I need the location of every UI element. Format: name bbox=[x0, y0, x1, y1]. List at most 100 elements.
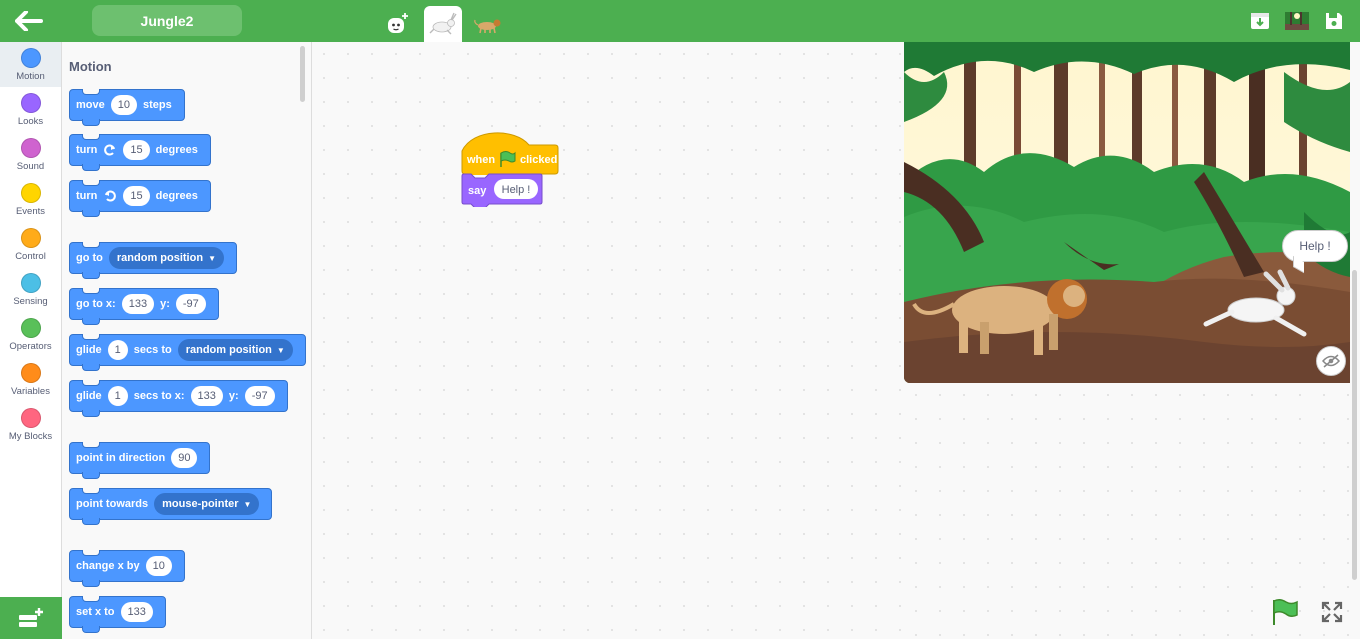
say-block[interactable]: say Help ! bbox=[461, 173, 543, 207]
glide-target-dropdown[interactable]: random position ▼ bbox=[177, 339, 293, 361]
category-label: Control bbox=[15, 250, 46, 262]
hat-when-text: when bbox=[466, 154, 495, 166]
category-control[interactable]: Control bbox=[0, 222, 61, 267]
block-text: glide bbox=[76, 344, 102, 356]
rabbit-sprite-icon bbox=[429, 12, 457, 35]
secs-input[interactable]: 1 bbox=[107, 340, 128, 360]
block-text: move bbox=[76, 99, 105, 111]
x-value-input[interactable]: 133 bbox=[120, 602, 153, 622]
category-label: Looks bbox=[17, 115, 44, 127]
script-workspace[interactable]: when clicked say Help ! bbox=[312, 42, 904, 639]
glide-xy-block[interactable]: glide 1 secs to x: 133 y: -97 bbox=[69, 380, 288, 417]
point-towards-dropdown[interactable]: mouse-pointer ▼ bbox=[154, 493, 260, 515]
go-to-target-dropdown[interactable]: random position ▼ bbox=[108, 247, 224, 269]
block-text: y: bbox=[228, 390, 239, 402]
back-button[interactable] bbox=[12, 8, 46, 34]
say-text-value: Help ! bbox=[502, 184, 531, 196]
my-blocks-category-icon bbox=[20, 407, 41, 428]
backdrop-thumbnail-icon bbox=[1285, 12, 1309, 30]
sensing-category-icon bbox=[20, 272, 41, 293]
category-motion[interactable]: Motion bbox=[0, 42, 61, 87]
x-input[interactable]: 133 bbox=[190, 386, 223, 406]
block-text: y: bbox=[160, 298, 170, 310]
block-text: secs to x: bbox=[133, 390, 185, 402]
x-change-input[interactable]: 10 bbox=[145, 556, 172, 576]
rotate-right-icon bbox=[104, 144, 116, 156]
y-input[interactable]: -97 bbox=[175, 294, 206, 314]
sprite-tab-rabbit[interactable] bbox=[424, 6, 462, 42]
go-to-block[interactable]: go to random position ▼ bbox=[69, 242, 237, 279]
lion-sprite-icon bbox=[474, 19, 501, 34]
category-label: Sensing bbox=[13, 295, 48, 307]
add-extension-button[interactable] bbox=[0, 597, 62, 639]
dropdown-value: mouse-pointer bbox=[162, 498, 239, 510]
green-flag-button[interactable] bbox=[1270, 598, 1300, 626]
point-in-direction-block[interactable]: point in direction 90 bbox=[69, 442, 211, 479]
block-text: turn bbox=[76, 144, 98, 156]
workspace-scrollbar[interactable] bbox=[1352, 270, 1357, 580]
hat-clicked-text: clicked bbox=[520, 154, 557, 166]
add-sprite-icon bbox=[388, 13, 408, 33]
direction-input[interactable]: 90 bbox=[171, 448, 198, 468]
project-name-field[interactable]: Jungle2 bbox=[92, 5, 242, 36]
turn-right-block[interactable]: turn 15 degrees bbox=[69, 134, 211, 171]
category-label: Motion bbox=[16, 70, 45, 82]
change-x-block[interactable]: change x by 10 bbox=[69, 550, 185, 587]
category-label: Sound bbox=[16, 160, 45, 172]
when-flag-clicked-block[interactable]: when clicked bbox=[461, 131, 559, 175]
glide-random-block[interactable]: glide 1 secs to random position ▼ bbox=[69, 334, 306, 371]
block-text: go to x: bbox=[76, 298, 116, 310]
category-operators[interactable]: Operators bbox=[0, 312, 61, 357]
degrees-input[interactable]: 15 bbox=[123, 140, 150, 160]
events-category-icon bbox=[20, 182, 41, 203]
category-my-blocks[interactable]: My Blocks bbox=[0, 402, 61, 447]
point-towards-block[interactable]: point towards mouse-pointer ▼ bbox=[69, 488, 273, 525]
caret-down-icon: ▼ bbox=[276, 345, 285, 355]
sprite-tabs bbox=[378, 4, 516, 42]
turn-left-block[interactable]: turn 15 degrees bbox=[69, 180, 211, 217]
category-sensing[interactable]: Sensing bbox=[0, 267, 61, 312]
motion-category-icon bbox=[20, 47, 41, 68]
block-text: point in direction bbox=[76, 452, 166, 464]
stage[interactable]: Help ! bbox=[904, 42, 1350, 383]
category-sound[interactable]: Sound bbox=[0, 132, 61, 177]
say-label: say bbox=[468, 185, 487, 197]
category-events[interactable]: Events bbox=[0, 177, 61, 222]
add-extension-icon bbox=[19, 608, 43, 627]
block-text: degrees bbox=[155, 144, 198, 156]
y-input[interactable]: -97 bbox=[244, 386, 275, 406]
go-to-xy-block[interactable]: go to x: 133 y: -97 bbox=[69, 288, 219, 325]
block-text: change x by bbox=[76, 560, 140, 572]
block-text: set x to bbox=[76, 606, 115, 618]
palette-section-title: Motion bbox=[69, 59, 112, 74]
category-label: My Blocks bbox=[8, 430, 53, 442]
block-text: point towards bbox=[76, 498, 149, 510]
dropdown-value: random position bbox=[116, 252, 204, 264]
rotate-left-icon bbox=[105, 190, 117, 202]
eye-off-icon bbox=[1322, 354, 1340, 368]
set-x-block[interactable]: set x to 133 bbox=[69, 596, 166, 633]
sound-category-icon bbox=[20, 137, 41, 158]
block-palette: Motion move 10 steps turn 15 degrees tur… bbox=[62, 42, 312, 639]
category-looks[interactable]: Looks bbox=[0, 87, 61, 132]
backdrop-button[interactable] bbox=[1285, 9, 1309, 33]
save-button[interactable] bbox=[1322, 9, 1346, 33]
palette-scrollbar[interactable] bbox=[300, 46, 305, 102]
x-input[interactable]: 133 bbox=[121, 294, 155, 314]
block-text: go to bbox=[76, 252, 103, 264]
speech-bubble: Help ! bbox=[1282, 230, 1348, 262]
add-sprite-tab[interactable] bbox=[378, 6, 416, 42]
arrow-left-icon bbox=[15, 11, 43, 31]
dropdown-value: random position bbox=[185, 344, 272, 356]
hide-stage-button[interactable] bbox=[1316, 346, 1346, 376]
block-text: glide bbox=[76, 390, 102, 402]
move-steps-block[interactable]: move 10 steps bbox=[69, 89, 185, 126]
degrees-input[interactable]: 15 bbox=[123, 186, 150, 206]
fullscreen-button[interactable] bbox=[1320, 600, 1344, 624]
steps-input[interactable]: 10 bbox=[110, 95, 137, 115]
secs-input[interactable]: 1 bbox=[107, 386, 128, 406]
sprite-tab-lion[interactable] bbox=[470, 6, 508, 42]
green-flag-icon bbox=[1273, 598, 1298, 625]
download-button[interactable] bbox=[1248, 9, 1272, 33]
category-variables[interactable]: Variables bbox=[0, 357, 61, 402]
